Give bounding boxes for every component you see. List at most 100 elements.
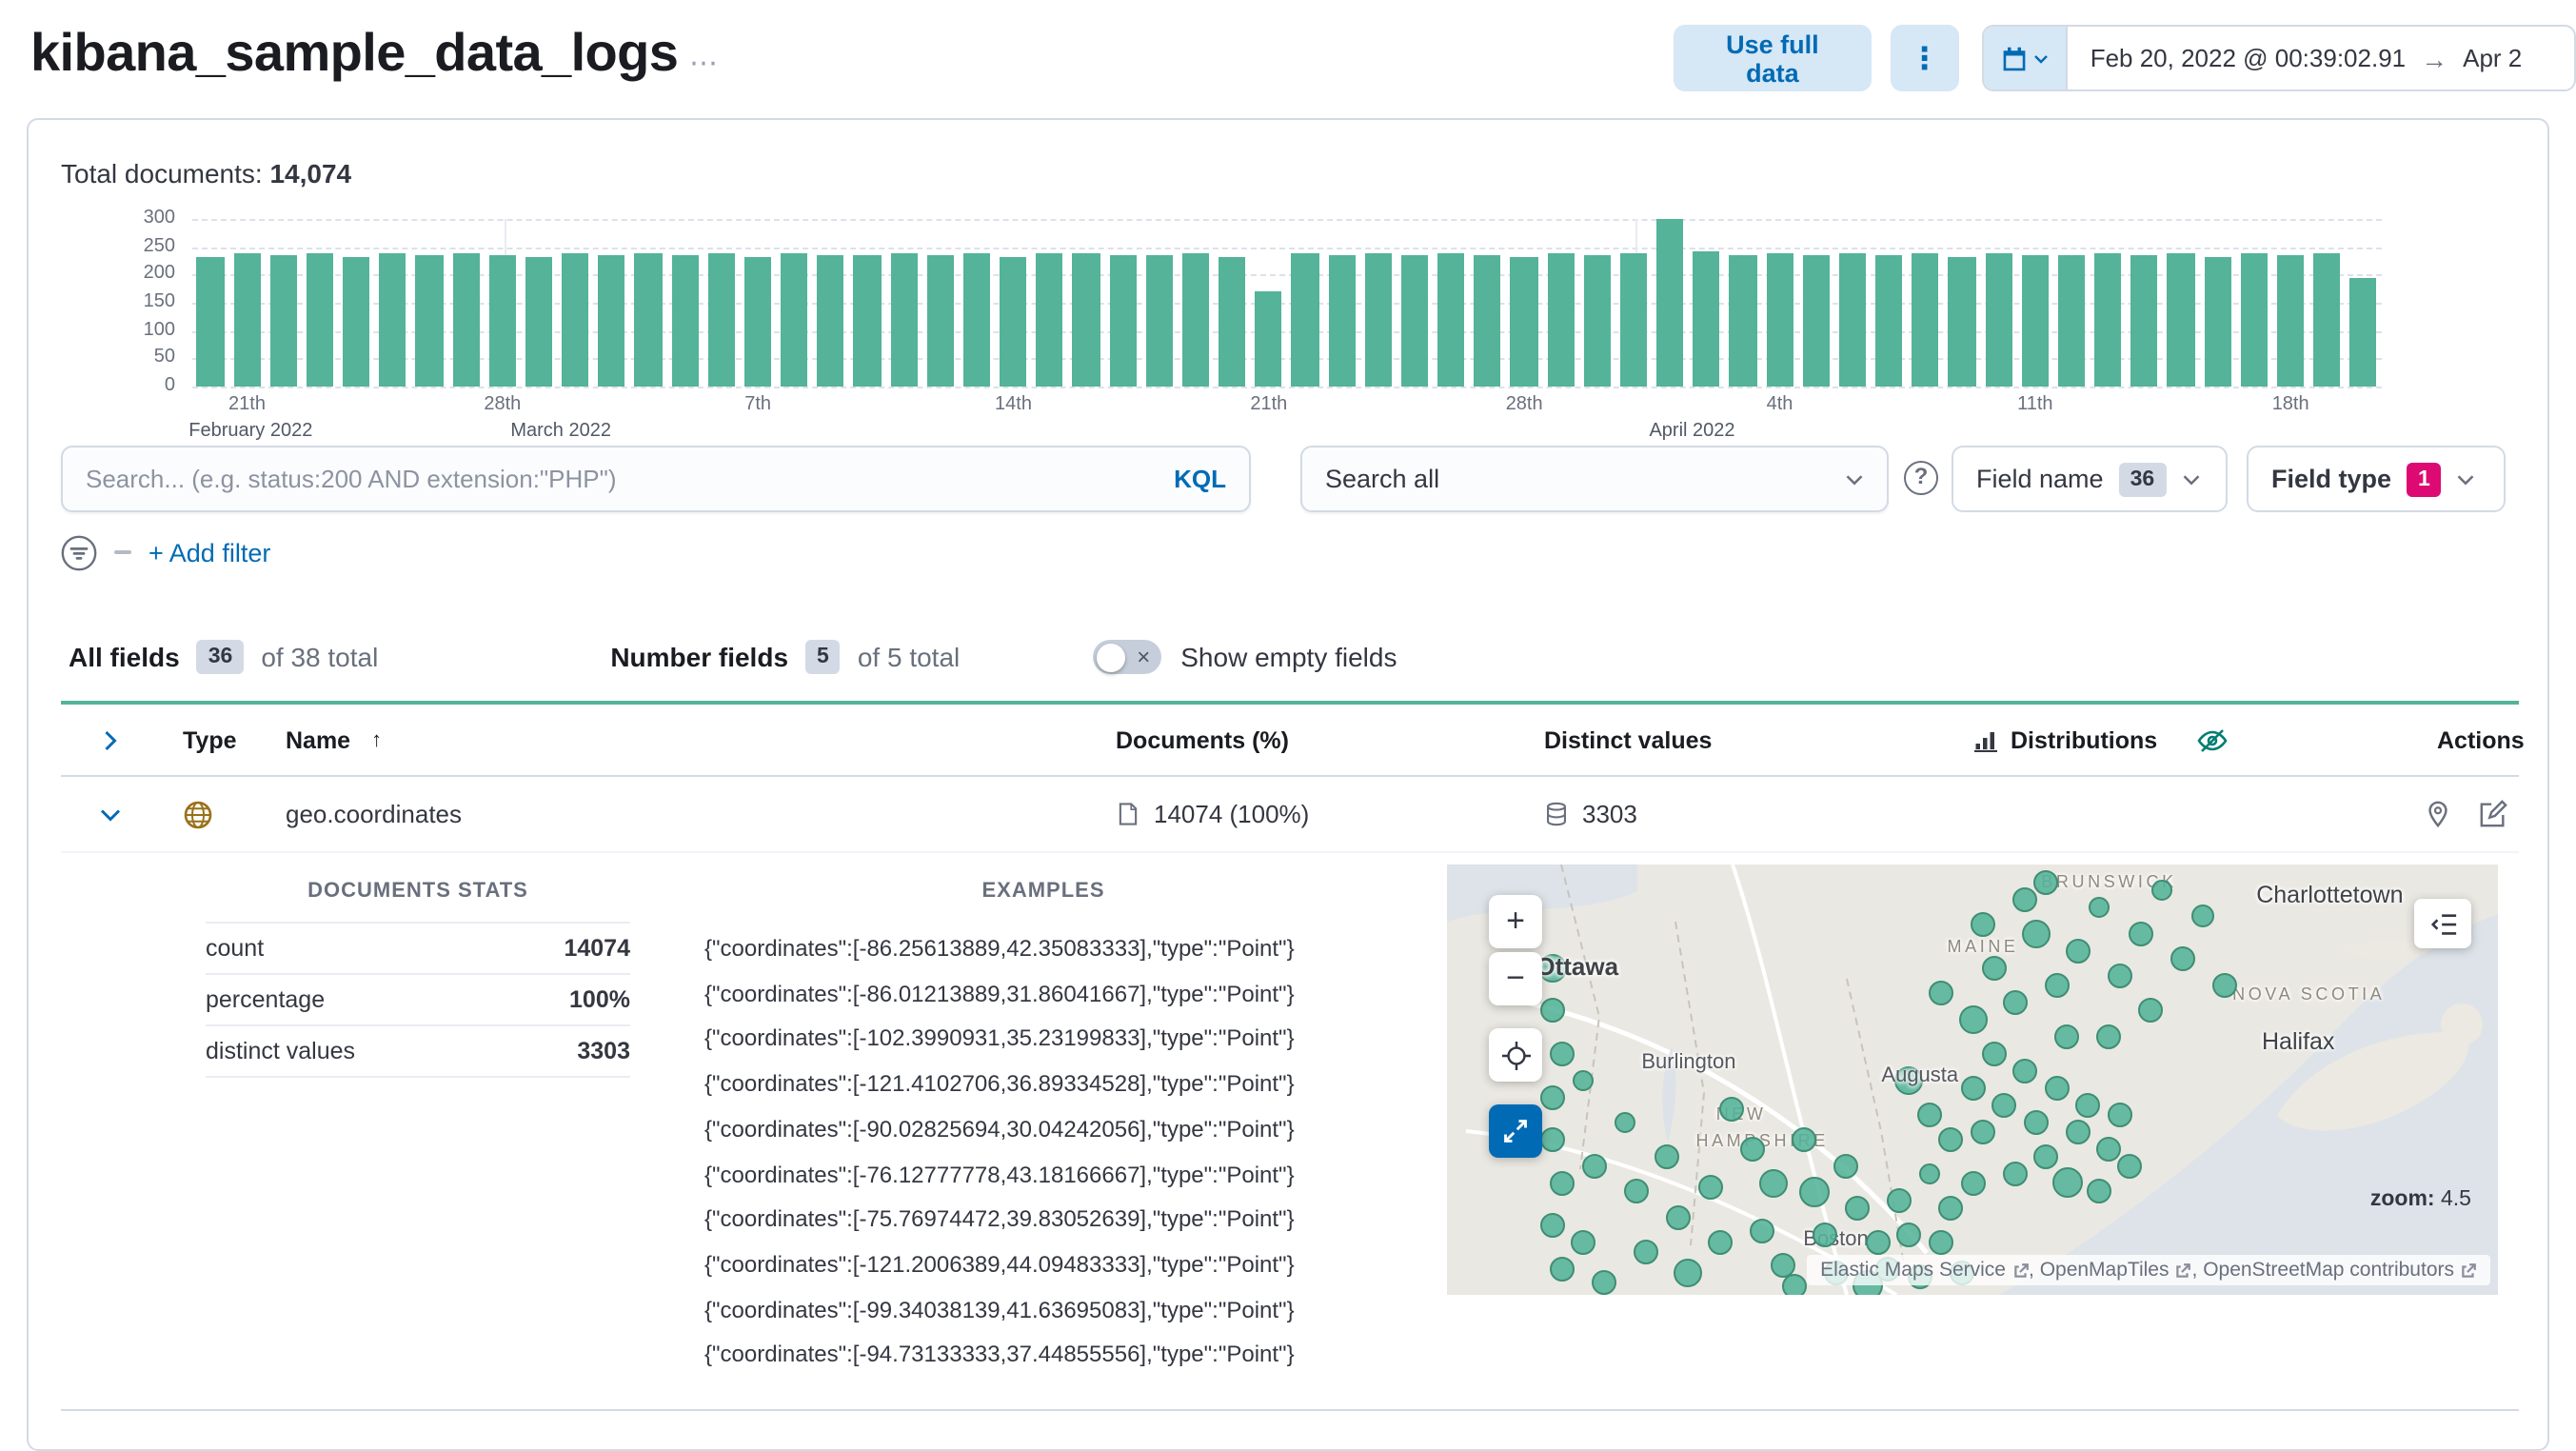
- x-axis-labels: 21th 28th 7th 14th 21th 28th 4th 11th 18th: [61, 394, 2519, 417]
- filter-icon[interactable]: [61, 534, 97, 570]
- calendar-icon: [2001, 45, 2028, 71]
- histogram-bar: [1838, 253, 1867, 387]
- x-axis-month-label: April 2022: [1649, 421, 1735, 442]
- add-filter-link[interactable]: + Add filter: [149, 538, 270, 566]
- example-value: {"coordinates":[-94.73133333,37.44855556…: [704, 1341, 1295, 1368]
- kebab-menu-button[interactable]: ⋮: [1890, 25, 1959, 91]
- histogram-bar: [817, 254, 844, 387]
- histogram-bar: [1766, 253, 1793, 387]
- stat-value: 14074: [564, 935, 630, 962]
- x-axis-label: 21th: [1250, 394, 1288, 415]
- gridline: [192, 274, 2382, 277]
- column-header-documents: Documents (%): [1116, 726, 1289, 753]
- map-zoom-in-button[interactable]: +: [1489, 895, 1542, 948]
- map-point: [1981, 1041, 2007, 1066]
- map-locate-button[interactable]: [1489, 1028, 1542, 1082]
- x-axis-label: 21th: [228, 394, 266, 415]
- date-range-start[interactable]: Feb 20, 2022 @ 00:39:02.91: [2091, 44, 2406, 72]
- field-name-value[interactable]: geo.coordinates: [286, 800, 462, 828]
- chart-plot[interactable]: [192, 219, 2382, 388]
- histogram-bar: [379, 253, 406, 387]
- map-preview[interactable]: BRUNSWICK Charlottetown MAINE NOVA SCOTIA Ha…: [1447, 865, 2498, 1295]
- histogram-bar: [562, 253, 589, 387]
- map-point: [2065, 1119, 2091, 1144]
- data-visualizer-page: kibana_sample_data_logs ⋯ Use full data …: [0, 0, 2576, 1451]
- show-empty-fields-toggle[interactable]: ×: [1093, 640, 1162, 674]
- map-place-label: Charlottetown: [2256, 881, 2404, 908]
- help-icon[interactable]: ?: [1904, 461, 1938, 495]
- attribution-link[interactable]: OpenMapTiles: [2040, 1259, 2192, 1282]
- title-options-icon[interactable]: ⋯: [689, 46, 718, 80]
- map-zoom-out-button[interactable]: −: [1489, 952, 1542, 1005]
- attribution-link[interactable]: OpenStreetMap contributors: [2203, 1259, 2477, 1282]
- all-fields-count-badge: 36: [196, 640, 245, 674]
- histogram-bar: [1219, 256, 1246, 387]
- map-point: [2051, 1167, 2083, 1199]
- calendar-button[interactable]: [1983, 27, 2068, 89]
- map-point: [2021, 919, 2051, 948]
- search-all-select[interactable]: Search all: [1300, 446, 1889, 512]
- map-legend-collapse-button[interactable]: [2414, 899, 2471, 948]
- x-axis-label: 28th: [1505, 394, 1543, 415]
- x-axis-month-label: February 2022: [188, 421, 313, 442]
- y-axis-label: 100: [143, 319, 175, 341]
- y-axis-label: 300: [143, 208, 175, 229]
- example-value: {"coordinates":[-86.25613889,42.35083333…: [704, 935, 1295, 962]
- field-type-label: Field type: [2271, 465, 2392, 493]
- histogram-bar: [890, 253, 918, 387]
- histogram-bar: [2204, 256, 2231, 387]
- geo-point-type-icon: [183, 799, 213, 829]
- histogram-bar: [781, 252, 808, 387]
- examples-list: {"coordinates":[-86.25613889,42.35083333…: [704, 927, 1382, 1379]
- map-point: [1539, 1127, 1565, 1153]
- histogram-bar: [1255, 291, 1282, 387]
- page-title: kibana_sample_data_logs: [30, 23, 679, 82]
- date-range-end[interactable]: Apr 2: [2463, 44, 2522, 72]
- fields-summary-bar: All fields 36 of 38 total Number fields …: [69, 630, 1397, 684]
- eye-slash-icon[interactable]: [2197, 725, 2228, 755]
- example-value: {"coordinates":[-99.34038139,41.63695083…: [704, 1296, 1295, 1323]
- x-axis-label: 4th: [1766, 394, 1793, 415]
- field-name-filter[interactable]: Field name 36: [1952, 446, 2228, 512]
- example-value: {"coordinates":[-76.12777778,43.18166667…: [704, 1161, 1295, 1188]
- field-type-filter[interactable]: Field type 1: [2247, 446, 2506, 512]
- number-fields-count-badge: 5: [805, 640, 841, 674]
- map-point: [2065, 938, 2091, 964]
- map-marker-action-icon[interactable]: [2424, 800, 2452, 828]
- attribution-link[interactable]: Elastic Maps Service: [1820, 1259, 2029, 1282]
- histogram-bar: [634, 252, 663, 387]
- map-point: [1665, 1204, 1691, 1230]
- kql-button[interactable]: KQL: [1174, 465, 1226, 493]
- example-value: {"coordinates":[-75.76974472,39.83052639…: [704, 1205, 1295, 1233]
- row-actions: [2399, 800, 2519, 828]
- map-attribution: Elastic Maps Service , OpenMapTiles , Op…: [1807, 1255, 2490, 1285]
- column-header-name[interactable]: Name ↑: [248, 726, 1078, 753]
- histogram-bar: [525, 256, 553, 387]
- histogram-bar: [1912, 252, 1939, 387]
- x-axis-month-labels: February 2022 March 2022 April 2022: [61, 421, 2519, 444]
- number-fields-label: Number fields: [610, 642, 789, 672]
- histogram-bar: [962, 252, 991, 387]
- chevron-down-icon: [1845, 469, 1864, 488]
- y-axis-label: 200: [143, 263, 175, 285]
- examples-title: EXAMPLES: [981, 880, 1105, 903]
- total-documents: Total documents: 14,074: [61, 158, 351, 189]
- x-axis-label: 11th: [2017, 394, 2053, 415]
- map-point: [1981, 955, 2007, 981]
- map-expand-button[interactable]: [1489, 1104, 1542, 1158]
- search-all-value: Search all: [1325, 465, 1440, 493]
- search-input[interactable]: Search... (e.g. status:200 AND extension…: [61, 446, 1251, 512]
- histogram-bar: [1474, 254, 1501, 387]
- expand-all-chevron-icon[interactable]: [61, 728, 145, 751]
- edit-action-icon[interactable]: [2479, 800, 2507, 828]
- documents-stats-section: DOCUMENTS STATS count 14074 percentage 100%…: [206, 880, 630, 1078]
- expanded-row-detail: DOCUMENTS STATS count 14074 percentage 100%…: [61, 853, 2519, 1409]
- map-point: [2150, 880, 2172, 902]
- gridline: [192, 358, 2382, 361]
- map-point: [2012, 886, 2038, 912]
- use-full-data-button[interactable]: Use full data: [1674, 25, 1872, 91]
- histogram-bar: [1583, 255, 1611, 387]
- stat-value: 100%: [569, 986, 630, 1013]
- collapse-row-chevron-icon[interactable]: [61, 803, 145, 825]
- histogram-bar: [2276, 254, 2305, 387]
